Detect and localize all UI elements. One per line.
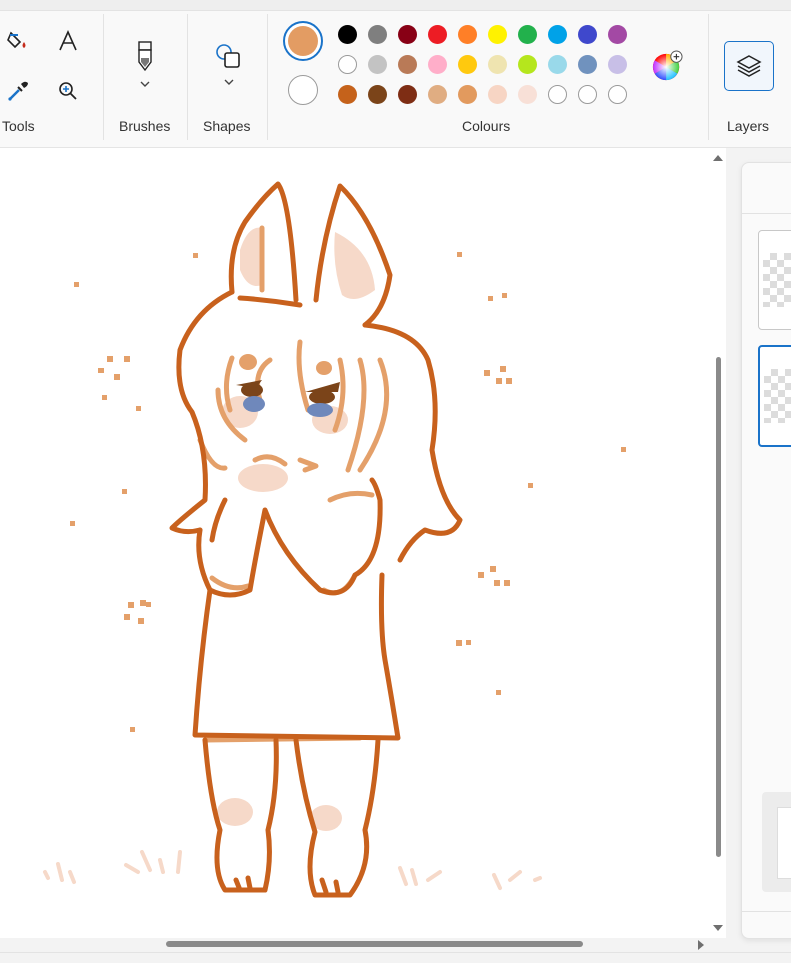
palette-swatch[interactable] [458, 85, 477, 104]
palette-swatch[interactable] [398, 85, 417, 104]
palette-swatch[interactable] [548, 25, 567, 44]
brushes-dropdown[interactable] [129, 40, 161, 92]
ribbon: Tools Brushes Shapes Colours Layers [0, 0, 791, 148]
colour-wheel-icon [652, 50, 683, 81]
palette-swatch[interactable] [428, 55, 447, 74]
palette-swatch[interactable] [368, 25, 387, 44]
layers-icon [736, 55, 762, 77]
horizontal-scroll-thumb[interactable] [166, 941, 583, 947]
separator [103, 14, 104, 140]
brush-icon [138, 41, 152, 87]
text-icon [59, 30, 77, 51]
transparency-checker [763, 253, 791, 307]
palette-swatch[interactable] [488, 25, 507, 44]
add-layer-area[interactable] [762, 792, 791, 892]
add-layer-card [777, 807, 791, 879]
brushes-group-label: Brushes [119, 118, 171, 134]
color-picker-button[interactable] [2, 75, 34, 107]
edit-colours-button[interactable] [651, 50, 683, 83]
colours-group-label: Colours [462, 118, 511, 134]
palette-swatch[interactable] [518, 85, 537, 104]
palette-swatch[interactable] [338, 55, 357, 74]
scroll-right-arrow-icon[interactable] [696, 939, 706, 951]
palette-swatch[interactable] [578, 25, 597, 44]
transparency-checker [764, 369, 791, 423]
palette-swatch[interactable] [548, 85, 567, 104]
palette-swatch[interactable] [368, 85, 387, 104]
canvas-artwork [43, 181, 626, 898]
text-tool-button[interactable] [52, 25, 84, 57]
status-bar [0, 952, 791, 963]
scroll-down-arrow-icon[interactable] [712, 923, 724, 933]
separator [708, 14, 709, 140]
paint-bucket-icon [7, 31, 26, 49]
palette-swatch[interactable] [458, 25, 477, 44]
separator [267, 14, 268, 140]
panel-footer-divider [742, 911, 791, 912]
palette-swatch[interactable] [398, 25, 417, 44]
secondary-colour-button[interactable] [288, 75, 318, 105]
palette-swatch[interactable] [428, 85, 447, 104]
layer-thumbnail-1[interactable] [758, 230, 791, 330]
grass-tufts [43, 850, 542, 890]
layers-button[interactable] [724, 41, 774, 91]
palette-swatch[interactable] [608, 55, 627, 74]
palette-swatch[interactable] [578, 85, 597, 104]
magnifier-button[interactable] [52, 75, 84, 107]
palette-swatch[interactable] [518, 25, 537, 44]
scroll-up-arrow-icon[interactable] [712, 153, 724, 163]
palette-swatch[interactable] [458, 55, 477, 74]
layers-group-label: Layers [727, 118, 770, 134]
palette-swatch[interactable] [488, 85, 507, 104]
palette-swatch[interactable] [368, 55, 387, 74]
outline-lines [169, 181, 463, 898]
palette-swatch[interactable] [428, 25, 447, 44]
primary-colour-button[interactable] [283, 21, 323, 61]
palette-swatch[interactable] [608, 25, 627, 44]
title-strip [0, 0, 791, 11]
shapes-group-label: Shapes [203, 118, 251, 134]
shapes-icon [216, 44, 240, 85]
palette-swatch[interactable] [608, 85, 627, 104]
panel-header-divider [742, 213, 791, 214]
separator [187, 14, 188, 140]
palette-swatch[interactable] [488, 55, 507, 74]
color-picker-icon [8, 81, 28, 101]
palette-swatch[interactable] [578, 55, 597, 74]
vertical-scroll-thumb[interactable] [716, 357, 721, 857]
palette-swatch[interactable] [398, 55, 417, 74]
layer-thumbnail-2-selected[interactable] [758, 345, 791, 447]
primary-colour-swatch [288, 26, 318, 56]
palette-swatch[interactable] [338, 85, 357, 104]
palette-swatch[interactable] [338, 25, 357, 44]
magnifier-icon [59, 82, 77, 100]
palette-swatch[interactable] [518, 55, 537, 74]
shapes-dropdown[interactable] [212, 40, 244, 92]
drawing-canvas[interactable] [0, 148, 726, 938]
tools-group-label: Tools [2, 118, 35, 134]
palette-swatch[interactable] [548, 55, 567, 74]
fill-tool-button[interactable] [2, 25, 34, 57]
